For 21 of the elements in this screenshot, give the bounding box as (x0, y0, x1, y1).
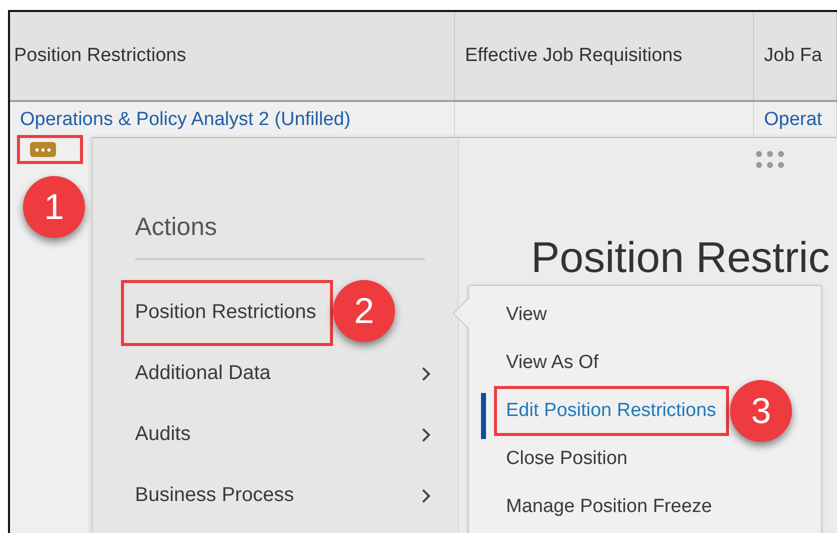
position-link[interactable]: Operations & Policy Analyst 2 (Unfilled) (20, 109, 351, 131)
submenu-item[interactable]: Edit Position Restrictions (506, 400, 716, 422)
page-title: Position Restric (531, 234, 830, 283)
column-header: Job Fa (754, 12, 837, 100)
menu-item[interactable]: Additional Data (135, 362, 271, 385)
submenu-item[interactable]: View As Of (506, 352, 599, 374)
menu-item[interactable]: Audits (135, 423, 191, 446)
submenu-item[interactable]: View (506, 304, 547, 326)
job-family-link[interactable]: Operat (764, 109, 822, 130)
column-header: Position Restrictions (10, 12, 455, 100)
step-badge: 2 (333, 280, 396, 342)
drag-handle-icon[interactable] (755, 150, 785, 169)
submenu-item[interactable]: Manage Position Freeze (506, 496, 712, 518)
more-dots-icon (35, 148, 51, 152)
menu-heading: Actions (135, 212, 218, 242)
submenu-item[interactable]: Close Position (506, 448, 628, 470)
menu-item[interactable]: Position Restrictions (135, 301, 316, 324)
related-actions-button[interactable] (30, 142, 56, 157)
menu-item[interactable]: Business Process (135, 484, 294, 507)
column-header: Effective Job Requisitions (455, 12, 754, 100)
step-badge: 1 (23, 176, 85, 238)
